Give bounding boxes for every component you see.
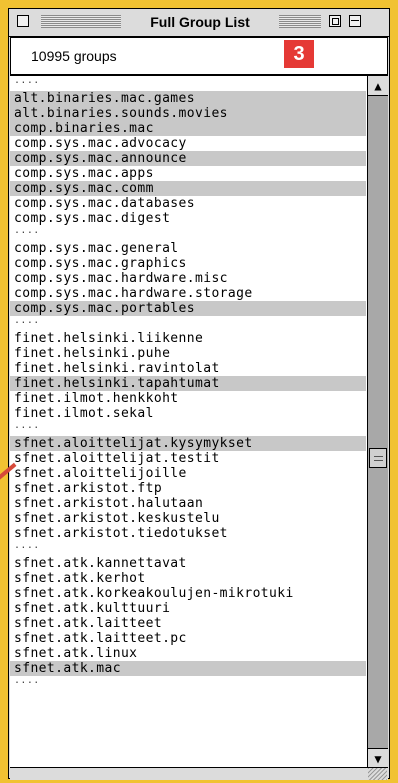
- group-list-item[interactable]: sfnet.atk.laitteet: [10, 616, 366, 631]
- group-list-item[interactable]: sfnet.atk.laitteet.pc: [10, 631, 366, 646]
- group-list-item[interactable]: comp.binaries.mac: [10, 121, 366, 136]
- group-list-item[interactable]: sfnet.arkistot.ftp: [10, 481, 366, 496]
- group-list-item[interactable]: sfnet.aloittelijoille: [10, 466, 366, 481]
- group-list-item[interactable]: sfnet.atk.korkeakoulujen-mikrotuki: [10, 586, 366, 601]
- group-list-item[interactable]: comp.sys.mac.apps: [10, 166, 366, 181]
- group-list-item[interactable]: finet.helsinki.ravintolat: [10, 361, 366, 376]
- group-list-item[interactable]: comp.sys.mac.announce: [10, 151, 366, 166]
- group-list-item[interactable]: finet.helsinki.puhe: [10, 346, 366, 361]
- group-list-item[interactable]: sfnet.arkistot.tiedotukset: [10, 526, 366, 541]
- group-list-item[interactable]: finet.ilmot.henkkoht: [10, 391, 366, 406]
- group-list-item[interactable]: comp.sys.mac.digest: [10, 211, 366, 226]
- title-bar[interactable]: Full Group List: [9, 9, 389, 37]
- group-list-item[interactable]: finet.helsinki.liikenne: [10, 331, 366, 346]
- title-bar-stripes-right: [279, 15, 321, 28]
- group-list-item[interactable]: alt.binaries.sounds.movies: [10, 106, 366, 121]
- scroll-up-arrow-icon[interactable]: ▲: [368, 76, 388, 96]
- list-separator: ....: [14, 675, 40, 686]
- step-number-badge: 3: [284, 40, 314, 68]
- zoom-box[interactable]: [329, 15, 341, 27]
- group-count: 10995 groups: [31, 48, 117, 64]
- list-separator: ....: [14, 315, 40, 326]
- title-bar-stripes-left: [41, 15, 121, 28]
- group-list-item[interactable]: sfnet.aloittelijat.testit: [10, 451, 366, 466]
- group-list-item[interactable]: comp.sys.mac.general: [10, 241, 366, 256]
- group-list[interactable]: .... alt.binaries.mac.games alt.binaries.s…: [10, 76, 366, 768]
- group-list-item[interactable]: sfnet.atk.kannettavat: [10, 556, 366, 571]
- group-list-area: .... alt.binaries.mac.games alt.binaries.s…: [10, 75, 388, 768]
- group-list-item[interactable]: finet.helsinki.tapahtumat: [10, 376, 366, 391]
- group-list-item[interactable]: sfnet.arkistot.keskustelu: [10, 511, 366, 526]
- resize-grip-icon[interactable]: [368, 768, 387, 780]
- group-list-item[interactable]: sfnet.atk.kerhot: [10, 571, 366, 586]
- group-list-item[interactable]: sfnet.atk.mac: [10, 661, 366, 676]
- group-list-item[interactable]: comp.sys.mac.graphics: [10, 256, 366, 271]
- collapse-box[interactable]: [349, 15, 361, 27]
- group-list-item[interactable]: comp.sys.mac.databases: [10, 196, 366, 211]
- group-list-item[interactable]: sfnet.aloittelijat.kysymykset: [10, 436, 366, 451]
- window-title: Full Group List: [125, 12, 275, 32]
- group-list-item[interactable]: comp.sys.mac.advocacy: [10, 136, 366, 151]
- vertical-scrollbar[interactable]: ▲ ▼: [367, 76, 388, 768]
- group-list-item[interactable]: comp.sys.mac.hardware.storage: [10, 286, 366, 301]
- scroll-down-arrow-icon[interactable]: ▼: [368, 748, 388, 768]
- list-separator: ....: [14, 225, 40, 236]
- scroll-thumb[interactable]: [369, 448, 387, 468]
- list-separator: ....: [14, 540, 40, 551]
- full-group-list-window: Full Group List 10995 groups 3 .... alt.b…: [8, 8, 390, 780]
- group-list-item[interactable]: comp.sys.mac.portables: [10, 301, 366, 316]
- group-list-item[interactable]: sfnet.arkistot.halutaan: [10, 496, 366, 511]
- group-list-item[interactable]: finet.ilmot.sekal: [10, 406, 366, 421]
- group-count-header: 10995 groups 3: [10, 37, 388, 75]
- group-list-item[interactable]: comp.sys.mac.comm: [10, 181, 366, 196]
- window-footer: [10, 767, 388, 780]
- close-box[interactable]: [17, 15, 29, 27]
- group-list-item[interactable]: sfnet.atk.kulttuuri: [10, 601, 366, 616]
- list-separator: ....: [14, 76, 40, 86]
- group-list-item[interactable]: comp.sys.mac.hardware.misc: [10, 271, 366, 286]
- group-list-item[interactable]: alt.binaries.mac.games: [10, 91, 366, 106]
- group-list-item[interactable]: sfnet.atk.linux: [10, 646, 366, 661]
- list-separator: ....: [14, 420, 40, 431]
